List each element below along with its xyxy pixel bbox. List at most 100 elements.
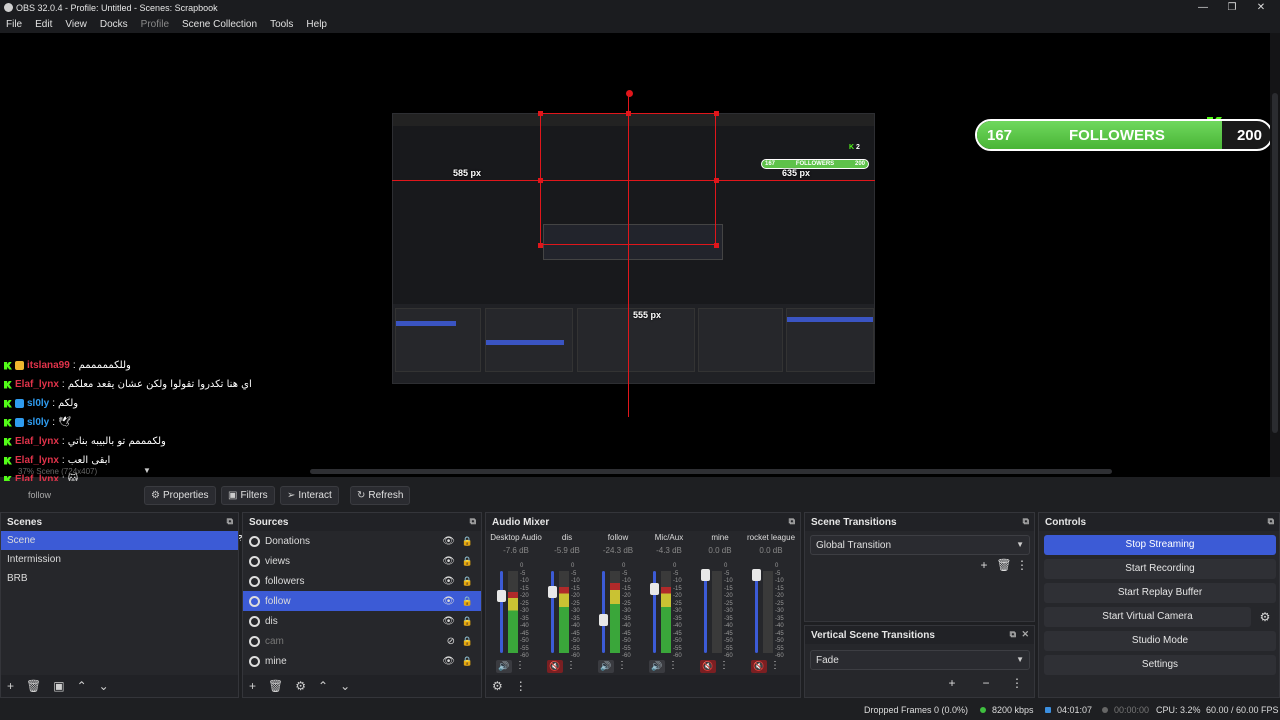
menu-help[interactable]: Help <box>306 19 327 30</box>
scene-item-brb[interactable]: BRB <box>1 569 238 588</box>
scene-item-scene[interactable]: Scene <box>1 531 238 550</box>
lock-icon[interactable]: 🔒 <box>462 616 473 627</box>
volume-slider-knob[interactable] <box>701 569 710 582</box>
source-item-followers[interactable]: followers 👁 🔒 <box>243 571 481 591</box>
source-item-views[interactable]: views 👁 🔒 <box>243 551 481 571</box>
channel-menu-icon[interactable]: ⋮ <box>566 660 576 673</box>
source-item-mine[interactable]: mine 👁 🔒 <box>243 651 481 671</box>
properties-button[interactable]: ⚙ Properties <box>144 486 216 505</box>
source-item-donations[interactable]: Donations 👁 🔒 <box>243 531 481 551</box>
channel-menu-icon[interactable]: ⋮ <box>515 660 525 673</box>
eye-icon[interactable]: 👁 <box>442 616 455 627</box>
menu-view[interactable]: View <box>65 19 87 30</box>
interact-button[interactable]: ➢ Interact <box>280 486 339 505</box>
undock-icon[interactable]: ⧉ <box>1010 629 1016 640</box>
start-replay-buffer-button[interactable]: Start Replay Buffer <box>1044 583 1276 603</box>
eye-icon[interactable]: 👁 <box>442 656 455 667</box>
rotate-handle[interactable] <box>626 90 633 97</box>
gear-icon[interactable]: ⚙ <box>295 679 306 693</box>
lock-icon[interactable]: 🔒 <box>462 636 473 647</box>
resize-handle-t[interactable] <box>626 111 631 116</box>
volume-slider[interactable] <box>500 571 503 653</box>
preview-horizontal-scrollbar[interactable] <box>310 469 1112 474</box>
move-down-icon[interactable]: ⌄ <box>340 679 350 693</box>
undock-icon[interactable]: ⧉ <box>470 516 476 527</box>
channel-menu-icon[interactable]: ⋮ <box>719 660 729 673</box>
undock-icon[interactable]: ⧉ <box>1268 516 1274 527</box>
resize-handle-tl[interactable] <box>538 111 543 116</box>
mixer-settings-icon[interactable]: ⚙ <box>492 679 503 693</box>
transition-menu-icon[interactable]: ⋮ <box>1013 556 1031 574</box>
volume-slider[interactable] <box>602 571 605 653</box>
resize-handle-br[interactable] <box>714 243 719 248</box>
speaker-icon[interactable]: 🔊 <box>598 660 614 673</box>
refresh-button[interactable]: ↻ Refresh <box>350 486 411 505</box>
transition-menu-icon[interactable]: ⋮ <box>1008 674 1026 692</box>
stop-streaming-button[interactable]: Stop Streaming <box>1044 535 1276 555</box>
volume-slider-knob[interactable] <box>497 589 506 602</box>
volume-slider[interactable] <box>755 571 758 653</box>
muted-speaker-icon[interactable]: 🔇 <box>547 660 563 673</box>
scene-filter-icon[interactable]: ▣ <box>53 679 64 693</box>
lock-icon[interactable]: 🔒 <box>462 556 473 567</box>
resolution-dropdown-icon[interactable]: ▼ <box>143 466 151 475</box>
remove-transition-icon[interactable]: − <box>977 674 995 692</box>
trash-icon[interactable]: 🗑 <box>26 679 41 693</box>
volume-slider-knob[interactable] <box>548 585 557 598</box>
eye-icon[interactable]: 👁 <box>442 536 455 547</box>
transition-select[interactable]: Global Transition ▼ <box>810 535 1030 555</box>
lock-icon[interactable]: 🔒 <box>462 596 473 607</box>
add-icon[interactable]: + <box>249 679 256 693</box>
menu-file[interactable]: File <box>6 19 22 30</box>
start-virtual-camera-button[interactable]: Start Virtual Camera <box>1044 607 1251 627</box>
lock-icon[interactable]: 🔒 <box>462 656 473 667</box>
resize-handle-r[interactable] <box>714 178 719 183</box>
trash-icon[interactable]: 🗑 <box>995 556 1013 574</box>
virtual-camera-settings-icon[interactable]: ⚙ <box>1256 608 1274 626</box>
add-transition-icon[interactable]: + <box>975 556 993 574</box>
undock-icon[interactable]: ⧉ <box>227 516 233 527</box>
resize-handle-l[interactable] <box>538 178 543 183</box>
volume-slider-knob[interactable] <box>650 583 659 596</box>
channel-menu-icon[interactable]: ⋮ <box>617 660 627 673</box>
volume-slider-knob[interactable] <box>599 614 608 627</box>
source-item-follow[interactable]: follow 👁 🔒 <box>243 591 481 611</box>
vertical-transition-select[interactable]: Fade ▼ <box>810 650 1030 670</box>
scene-item-intermission[interactable]: Intermission <box>1 550 238 569</box>
channel-menu-icon[interactable]: ⋮ <box>668 660 678 673</box>
trash-icon[interactable]: 🗑 <box>268 679 283 693</box>
move-up-icon[interactable]: ⌃ <box>77 679 87 693</box>
source-item-cam[interactable]: cam ⊘ 🔒 <box>243 631 481 651</box>
menu-scene-collection[interactable]: Scene Collection <box>182 19 257 30</box>
move-up-icon[interactable]: ⌃ <box>318 679 328 693</box>
settings-button[interactable]: Settings <box>1044 655 1276 675</box>
close-icon[interactable]: ✕ <box>1250 0 1272 15</box>
mixer-menu-icon[interactable]: ⋮ <box>515 679 527 693</box>
lock-icon[interactable]: 🔒 <box>462 576 473 587</box>
menu-profile[interactable]: Profile <box>141 19 169 30</box>
menu-edit[interactable]: Edit <box>35 19 52 30</box>
selection-bounding-box[interactable] <box>540 113 716 245</box>
eye-hidden-icon[interactable]: ⊘ <box>447 636 455 647</box>
start-recording-button[interactable]: Start Recording <box>1044 559 1276 579</box>
volume-slider[interactable] <box>704 571 707 653</box>
studio-mode-button[interactable]: Studio Mode <box>1044 631 1276 651</box>
filters-button[interactable]: ▣ Filters <box>221 486 275 505</box>
channel-menu-icon[interactable]: ⋮ <box>770 660 780 673</box>
speaker-icon[interactable]: 🔊 <box>496 660 512 673</box>
resize-handle-bl[interactable] <box>538 243 543 248</box>
source-item-dis[interactable]: dis 👁 🔒 <box>243 611 481 631</box>
close-icon[interactable]: ✕ <box>1021 629 1029 640</box>
volume-slider-knob[interactable] <box>752 569 761 582</box>
minimize-icon[interactable]: — <box>1192 0 1214 15</box>
undock-icon[interactable]: ⧉ <box>789 516 795 527</box>
undock-icon[interactable]: ⧉ <box>1023 516 1029 527</box>
lock-icon[interactable]: 🔒 <box>462 536 473 547</box>
muted-speaker-icon[interactable]: 🔇 <box>751 660 767 673</box>
move-down-icon[interactable]: ⌄ <box>99 679 109 693</box>
add-transition-icon[interactable]: + <box>943 674 961 692</box>
muted-speaker-icon[interactable]: 🔇 <box>700 660 716 673</box>
eye-icon[interactable]: 👁 <box>442 596 455 607</box>
add-icon[interactable]: + <box>7 679 14 693</box>
preview-vertical-scrollbar[interactable] <box>1270 33 1280 477</box>
